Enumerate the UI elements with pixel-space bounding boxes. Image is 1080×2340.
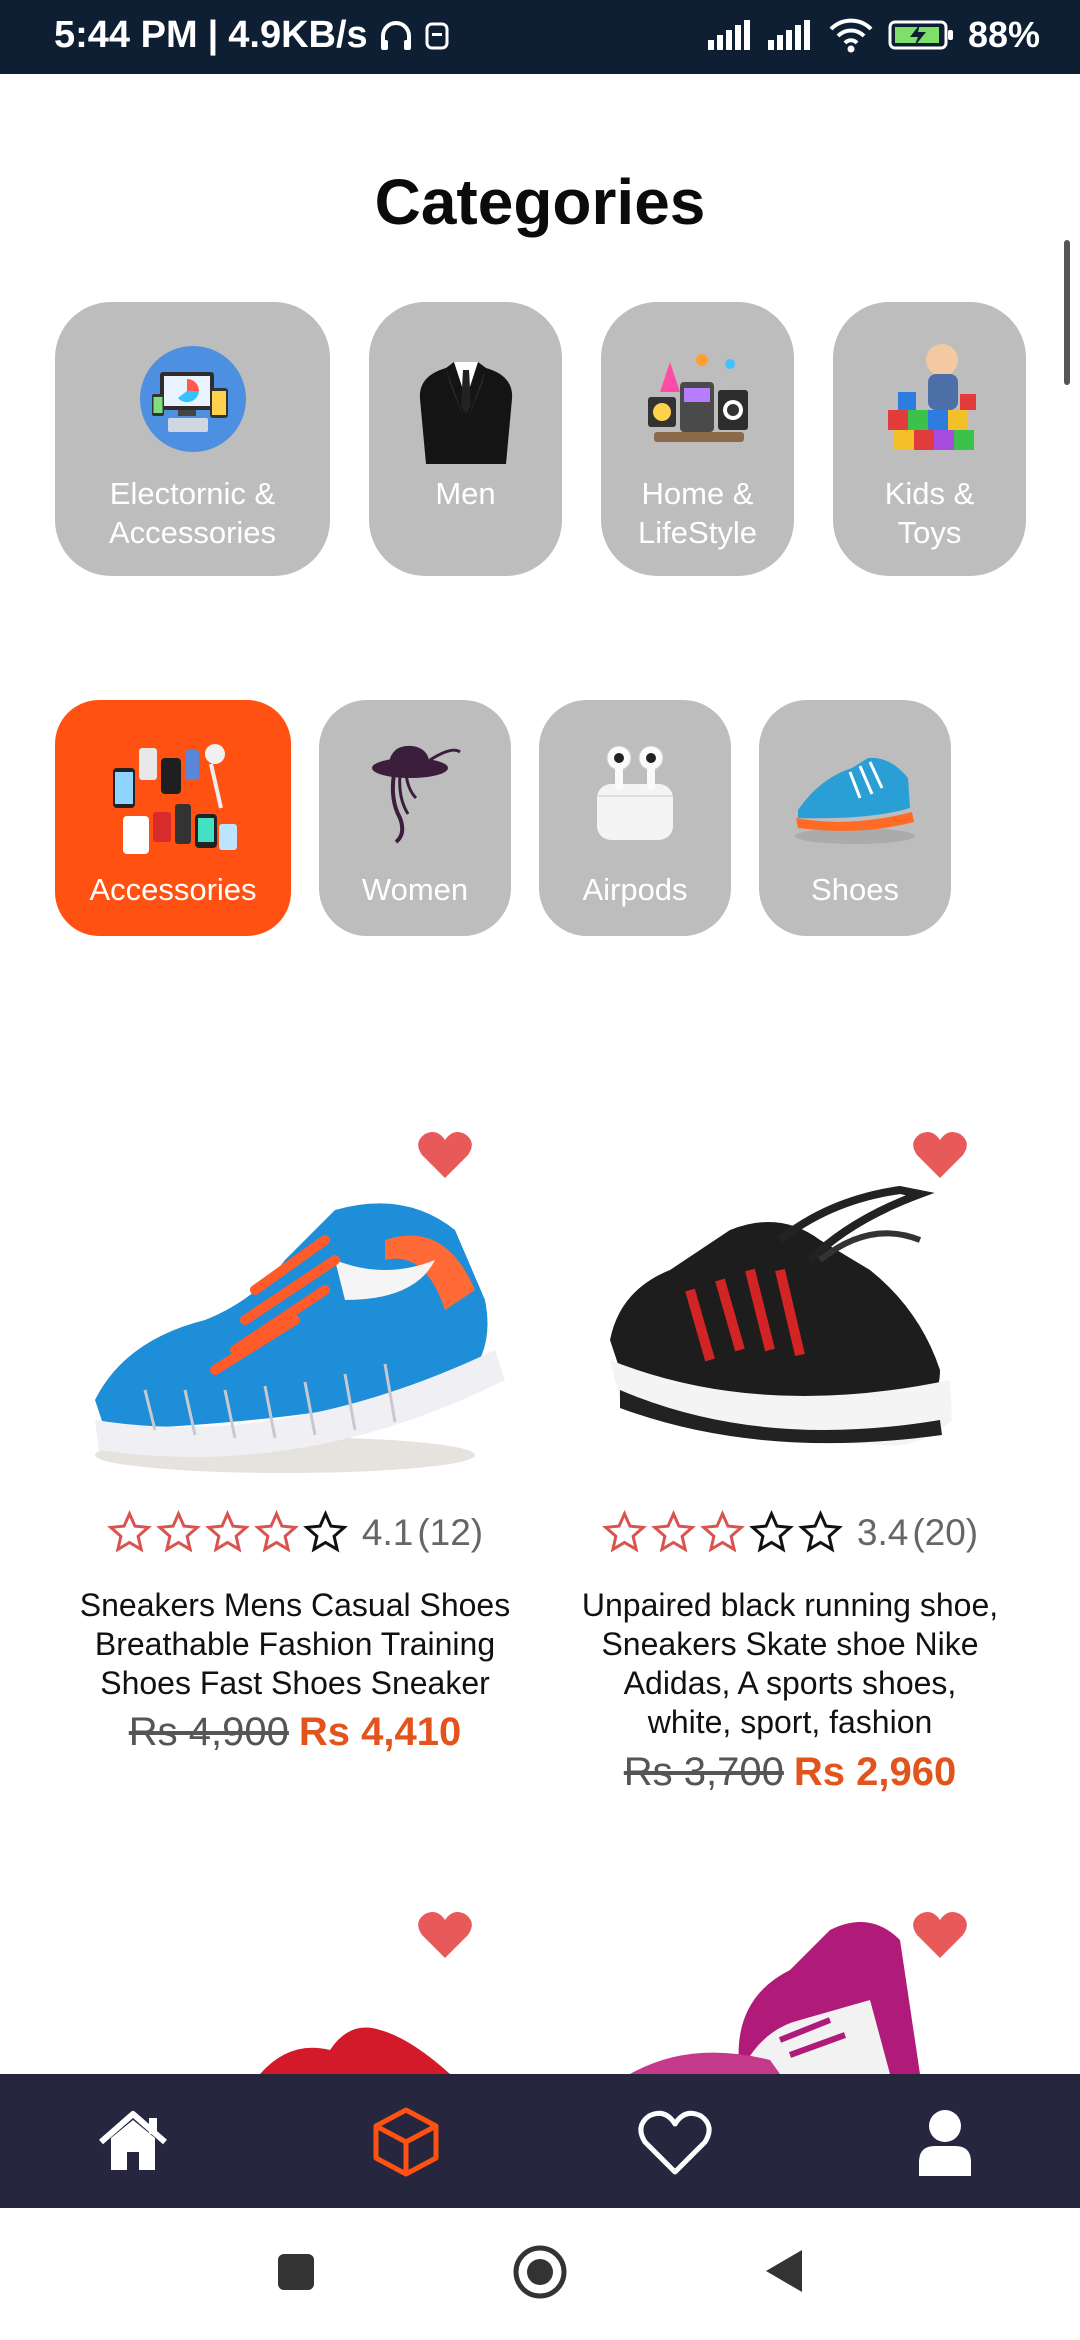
category-label: Accessories	[108, 515, 277, 550]
category-label: Accessories	[89, 872, 257, 907]
category-men[interactable]: Men	[369, 302, 562, 576]
battery-charging-icon	[888, 20, 953, 50]
new-price: Rs 4,410	[298, 1710, 462, 1754]
category-label: LifeStyle	[638, 515, 757, 550]
home-icon[interactable]	[93, 2102, 173, 2182]
category-label: Home &	[641, 476, 754, 511]
category-label: Shoes	[811, 872, 899, 907]
star-filled-icon	[651, 1510, 696, 1553]
cube-icon[interactable]	[366, 2102, 446, 2182]
back-triangle-icon[interactable]	[762, 2248, 806, 2294]
status-right: 88%	[707, 14, 1040, 56]
old-price: Rs 3,700	[623, 1750, 784, 1794]
blue-sneaker-image	[95, 1203, 505, 1473]
status-left: 5:44 PM | 4.9KB/s	[54, 14, 450, 57]
rating-value: 4.1	[361, 1511, 414, 1553]
rating-row: 3.4 (20)	[540, 1510, 1040, 1555]
price-row: Rs 3,700 Rs 2,960	[540, 1750, 1040, 1795]
category-label: Airpods	[582, 872, 688, 907]
system-navigation-bar	[0, 2208, 1080, 2340]
heart-icon[interactable]	[635, 2102, 715, 2182]
category-airpods[interactable]: Airpods	[539, 700, 731, 936]
category-home-lifestyle[interactable]: Home & LifeStyle	[601, 302, 794, 576]
review-count: (20)	[912, 1511, 979, 1553]
product-title[interactable]: Sneakers Mens Casual Shoes Breathable Fa…	[45, 1586, 545, 1703]
category-label: Toys	[897, 515, 962, 550]
category-label: Electornic &	[109, 476, 276, 511]
category-label: Men	[435, 476, 496, 511]
home-appliances-icon	[647, 354, 748, 442]
signal-icon	[707, 20, 750, 50]
star-filled-icon	[254, 1510, 299, 1553]
star-filled-icon	[156, 1510, 201, 1553]
wifi-icon	[829, 18, 873, 53]
suit-icon	[419, 362, 512, 464]
old-price: Rs 4,900	[128, 1710, 289, 1754]
category-shoes[interactable]: Shoes	[759, 700, 951, 936]
status-time: 5:44 PM	[54, 14, 198, 56]
rating-value: 3.4	[856, 1511, 909, 1553]
favorite-heart-icon[interactable]	[417, 1910, 473, 1960]
category-label: Kids &	[884, 476, 975, 511]
star-filled-icon	[700, 1510, 745, 1553]
product-card[interactable]: 3.4 (20) Unpaired black running shoe, Sn…	[540, 1100, 1040, 1820]
favorite-heart-icon[interactable]	[417, 1130, 473, 1180]
red-shoe-image	[260, 2027, 450, 2074]
electronics-devices-icon	[139, 346, 246, 452]
category-kids-toys[interactable]: Kids & Toys	[833, 302, 1026, 576]
network-speed: 4.9KB/s	[228, 14, 368, 56]
sneaker-icon	[795, 757, 915, 844]
star-empty-icon	[303, 1510, 348, 1553]
category-women[interactable]: Women	[319, 700, 511, 936]
favorite-heart-icon[interactable]	[912, 1130, 968, 1180]
category-label: Women	[361, 872, 469, 907]
battery-level: 88%	[967, 14, 1040, 55]
signal-icon	[767, 20, 810, 50]
star-empty-icon	[749, 1510, 794, 1553]
star-filled-icon	[602, 1510, 647, 1553]
scrollbar-thumb[interactable]	[1064, 240, 1070, 385]
sim-icon	[425, 22, 449, 49]
star-filled-icon	[107, 1510, 152, 1553]
woman-hat-icon	[372, 745, 461, 844]
product-card[interactable]: 4.1 (12) Sneakers Mens Casual Shoes Brea…	[45, 1100, 545, 1780]
category-electronic-accessories[interactable]: Electornic & Accessories	[55, 302, 330, 576]
headphones-icon	[380, 20, 411, 50]
square-icon[interactable]	[276, 2252, 316, 2292]
black-sneaker-image	[610, 1185, 952, 1446]
bottom-navigation	[0, 2074, 1080, 2208]
price-row: Rs 4,900 Rs 4,410	[45, 1710, 545, 1755]
airpods-icon	[597, 745, 673, 840]
status-bar: 5:44 PM | 4.9KB/s 88%	[0, 0, 1080, 74]
category-accessories[interactable]: Accessories	[55, 700, 291, 936]
star-empty-icon	[798, 1510, 843, 1553]
toy-blocks-icon	[887, 344, 976, 450]
page-title: Categories	[374, 166, 706, 238]
product-title[interactable]: Unpaired black running shoe, Sneakers Sk…	[540, 1586, 1040, 1742]
rating-row: 4.1 (12)	[45, 1510, 545, 1555]
new-price: Rs 2,960	[793, 1750, 957, 1794]
review-count: (12)	[417, 1511, 484, 1553]
user-icon[interactable]	[905, 2102, 985, 2182]
gadgets-icon	[113, 744, 237, 854]
pink-shoe-image	[630, 1922, 920, 2074]
circle-home-icon[interactable]	[512, 2244, 568, 2300]
star-filled-icon	[205, 1510, 250, 1553]
